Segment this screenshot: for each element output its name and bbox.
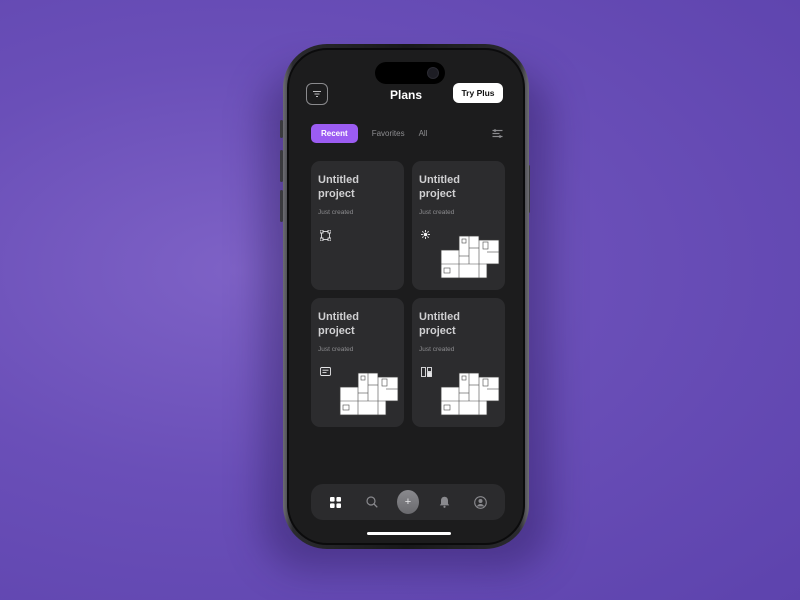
- floor-plan-preview: [440, 372, 500, 416]
- sparkle-icon: [421, 230, 430, 239]
- bottom-nav: +: [311, 484, 505, 520]
- grid-icon: [329, 496, 341, 508]
- profile-icon: [474, 495, 488, 509]
- camera-icon: [427, 67, 439, 79]
- nav-search[interactable]: [361, 491, 383, 513]
- project-card[interactable]: Untitled project Just created: [412, 298, 505, 427]
- tab-favorites[interactable]: Favorites: [372, 129, 405, 138]
- text-box-icon: [320, 367, 331, 376]
- project-title: Untitled project: [419, 174, 460, 200]
- project-title: Untitled project: [318, 311, 359, 337]
- app-screen: Plans Try Plus Recent Favorites All Unti…: [287, 48, 525, 545]
- project-card[interactable]: Untitled project Just created: [311, 161, 404, 290]
- project-status: Just created: [318, 346, 354, 353]
- project-card[interactable]: Untitled project Just created: [412, 161, 505, 290]
- floor-plan-preview: [339, 372, 399, 416]
- layout-icon: [421, 367, 432, 377]
- nav-add[interactable]: +: [396, 490, 419, 514]
- sort-icon[interactable]: [492, 129, 503, 138]
- add-icon: +: [396, 490, 419, 514]
- bell-icon: [439, 496, 450, 508]
- project-title: Untitled project: [318, 174, 359, 200]
- nav-home[interactable]: [324, 491, 346, 513]
- tab-bar: Recent Favorites All: [311, 124, 441, 143]
- dynamic-island: [375, 62, 445, 84]
- project-status: Just created: [419, 209, 455, 216]
- project-status: Just created: [419, 346, 455, 353]
- tab-all[interactable]: All: [419, 129, 428, 138]
- selection-frame-icon: [320, 230, 331, 241]
- home-indicator: [367, 532, 451, 535]
- floor-plan-preview: [440, 235, 500, 279]
- project-title: Untitled project: [419, 311, 460, 337]
- search-icon: [365, 496, 378, 508]
- try-plus-button[interactable]: Try Plus: [453, 83, 503, 103]
- nav-notifications[interactable]: [433, 491, 455, 513]
- tab-recent[interactable]: Recent: [311, 124, 358, 143]
- project-status: Just created: [318, 209, 354, 216]
- nav-profile[interactable]: [470, 491, 492, 513]
- project-card[interactable]: Untitled project Just created: [311, 298, 404, 427]
- phone-frame: Plans Try Plus Recent Favorites All Unti…: [283, 44, 529, 549]
